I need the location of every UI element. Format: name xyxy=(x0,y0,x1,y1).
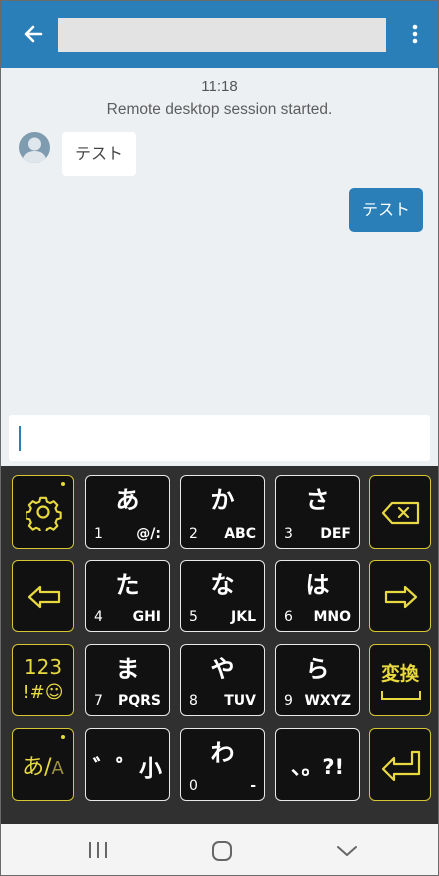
key-alpha: PQRS xyxy=(117,693,161,709)
home-icon[interactable] xyxy=(211,840,233,862)
key-sa[interactable]: さ 3 DEF xyxy=(275,475,360,549)
gear-icon xyxy=(26,496,62,531)
backspace-icon xyxy=(381,501,420,525)
key-kana: ま xyxy=(115,655,140,683)
key-kana: わ xyxy=(210,739,235,767)
key-ta[interactable]: た 4 GHI xyxy=(85,560,170,632)
mode-label-kana: あ xyxy=(22,755,45,780)
mode-toggle-key[interactable]: あ/A xyxy=(12,728,74,801)
key-kana: か xyxy=(210,486,235,514)
key-kana: あ xyxy=(115,486,140,514)
indicator-dot xyxy=(61,482,65,486)
key-ha[interactable]: は 6 MNO xyxy=(275,560,360,632)
key-alpha: MNO xyxy=(313,609,351,625)
enter-key[interactable] xyxy=(369,728,431,801)
arrow-left-icon[interactable] xyxy=(19,19,49,49)
key-number: 7 xyxy=(94,693,103,709)
key-number: 9 xyxy=(284,693,293,709)
enter-icon xyxy=(381,750,421,781)
key-number: 2 xyxy=(189,526,198,542)
arrow-left-outline-icon xyxy=(27,585,61,609)
key-kana: た xyxy=(115,571,140,599)
more-vertical-icon[interactable] xyxy=(405,19,425,49)
chat-area[interactable]: 11:18 Remote desktop session started. テス… xyxy=(1,68,438,411)
user-silhouette-icon xyxy=(22,137,47,163)
text-caret xyxy=(19,426,21,451)
key-na[interactable]: な 5 JKL xyxy=(180,560,265,632)
key-kana: や xyxy=(210,655,235,683)
key-label: ゛゜小 xyxy=(93,756,162,782)
backspace-key[interactable] xyxy=(369,475,431,549)
key-alpha: JKL xyxy=(231,609,256,625)
symbols-label-top: 123 xyxy=(23,655,63,679)
key-wa[interactable]: わ 0 - xyxy=(180,728,265,801)
system-navigation-bar xyxy=(1,824,438,875)
symbols-key[interactable]: 123 !#☺ xyxy=(12,644,74,716)
mode-label-separator: / xyxy=(44,755,52,780)
key-kana: ら xyxy=(305,655,330,683)
mode-label: あ/A xyxy=(13,749,73,781)
key-ra[interactable]: ら 9 WXYZ xyxy=(275,644,360,716)
phone-screen: 11:18 Remote desktop session started. テス… xyxy=(0,0,439,876)
cursor-left-key[interactable] xyxy=(12,560,74,632)
key-dakuten[interactable]: ゛゜小 xyxy=(85,728,170,801)
key-alpha: GHI xyxy=(132,609,161,625)
avatar xyxy=(19,132,50,163)
key-a[interactable]: あ 1 @/: xyxy=(85,475,170,549)
mode-label-alpha: A xyxy=(51,758,64,779)
key-label: 、。?! xyxy=(290,755,345,779)
key-alpha: ABC xyxy=(224,526,256,542)
key-ma[interactable]: ま 7 PQRS xyxy=(85,644,170,716)
key-alpha: - xyxy=(250,778,256,794)
key-alpha: @/: xyxy=(136,526,161,542)
keyboard: あ 1 @/: か 2 ABC さ 3 DEF た 4 GHI な 5 JKL … xyxy=(1,466,438,824)
key-number: 0 xyxy=(189,778,198,794)
cursor-right-key[interactable] xyxy=(369,560,431,632)
convert-key[interactable]: 変換 xyxy=(369,644,431,716)
incoming-message: テスト xyxy=(62,132,137,176)
settings-key[interactable] xyxy=(12,475,74,549)
key-punctuation[interactable]: 、。?! xyxy=(275,728,360,801)
convert-label: 変換 xyxy=(380,663,419,685)
recents-icon[interactable] xyxy=(87,841,109,859)
key-number: 4 xyxy=(94,609,103,625)
message-input[interactable] xyxy=(9,415,430,461)
space-bracket-icon xyxy=(381,691,421,700)
app-header xyxy=(1,1,438,68)
key-number: 8 xyxy=(189,693,198,709)
title-placeholder xyxy=(58,18,386,52)
key-alpha: WXYZ xyxy=(304,693,351,709)
symbols-label-bottom: !#☺ xyxy=(22,682,64,703)
key-ka[interactable]: か 2 ABC xyxy=(180,475,265,549)
message-input-area xyxy=(1,411,438,466)
key-alpha: DEF xyxy=(320,526,351,542)
key-kana: は xyxy=(305,571,330,599)
key-number: 6 xyxy=(284,609,293,625)
key-kana: な xyxy=(210,571,235,599)
key-number: 3 xyxy=(284,526,293,542)
system-message: Remote desktop session started. xyxy=(106,101,333,118)
message-time: 11:18 xyxy=(201,78,238,95)
chevron-down-icon[interactable] xyxy=(336,844,358,858)
arrow-right-outline-icon xyxy=(384,585,418,609)
indicator-dot xyxy=(61,735,65,739)
key-number: 1 xyxy=(94,526,103,542)
key-ya[interactable]: や 8 TUV xyxy=(180,644,265,716)
key-kana: さ xyxy=(305,486,330,514)
key-number: 5 xyxy=(189,609,198,625)
outgoing-message: テスト xyxy=(348,188,423,232)
key-alpha: TUV xyxy=(224,693,256,709)
